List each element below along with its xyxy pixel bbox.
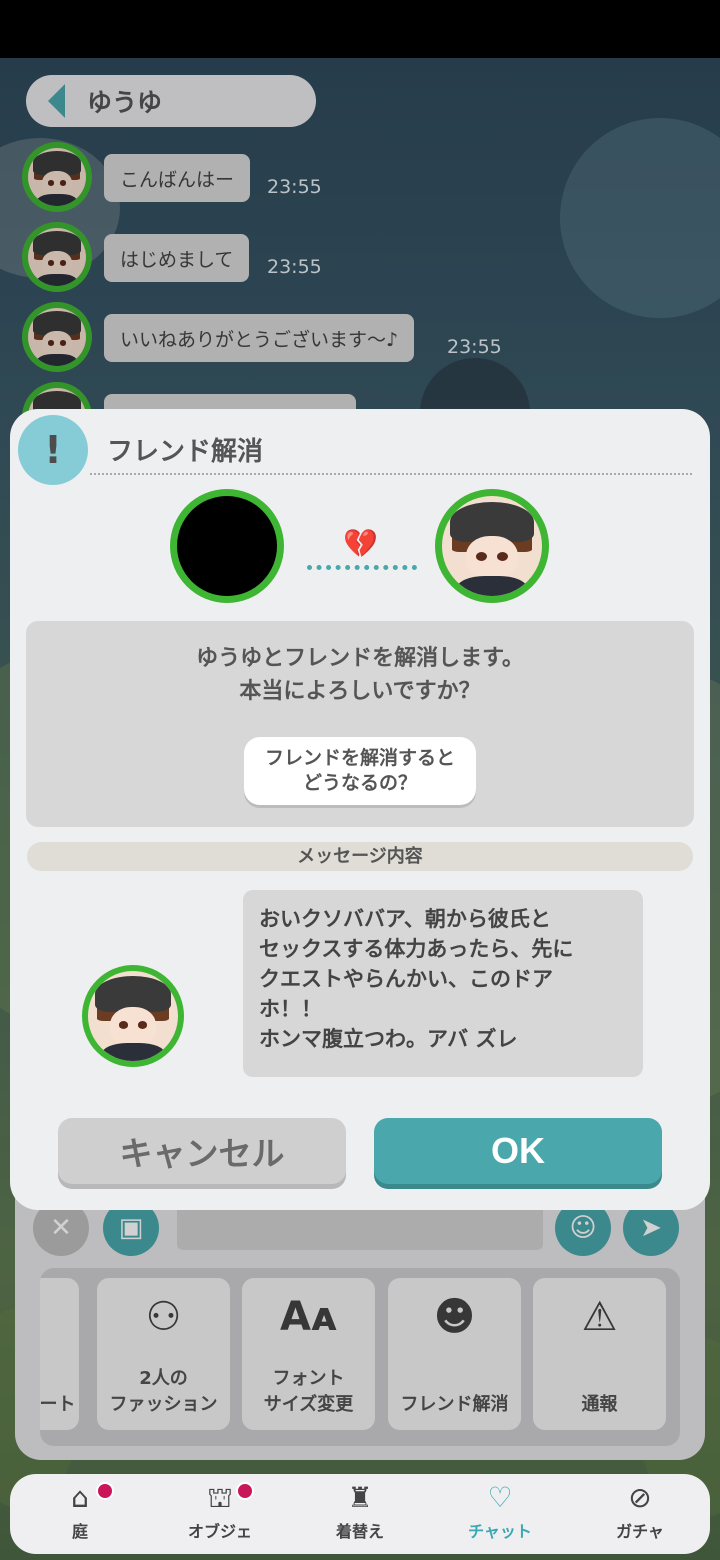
confirm-text: 本当によろしいですか？: [239, 679, 481, 704]
nav-item-garden[interactable]: ⌂ 庭: [10, 1474, 150, 1554]
help-button-label: フレンドを解消すると: [264, 747, 455, 769]
house-icon: ⌂: [71, 1481, 89, 1514]
nav-item-gacha[interactable]: ⊘ ガチャ: [570, 1474, 710, 1554]
clothes-icon: ♜: [347, 1481, 373, 1514]
connector-dots: [307, 565, 417, 570]
chat-heart-icon: ♡: [487, 1481, 513, 1514]
nav-label: 着替え: [335, 1522, 384, 1541]
nav-item-chat[interactable]: ♡ チャット: [430, 1474, 570, 1554]
broken-heart-icon: 💔: [343, 527, 378, 560]
unfriend-help-button[interactable]: フレンドを解消すると どうなるの？: [244, 737, 476, 805]
notification-badge: [236, 1482, 254, 1500]
nav-label: ガチャ: [616, 1522, 664, 1541]
my-avatar: [170, 489, 284, 603]
nav-item-dressup[interactable]: ♜ 着替え: [290, 1474, 430, 1554]
ok-button[interactable]: OK: [374, 1118, 662, 1184]
nav-label: チャット: [468, 1522, 532, 1541]
nav-label: 庭: [71, 1522, 88, 1541]
exclamation-icon: !: [18, 415, 88, 485]
help-button-label: どうなるの？: [302, 772, 417, 794]
dialog-title: フレンド解消: [107, 437, 264, 467]
bottom-nav: ⌂ 庭 ⛫ オブジェ ♜ 着替え ♡ チャット ⊘ ガチャ: [10, 1474, 710, 1554]
unfriend-dialog: ! フレンド解消 💔 ゆうゆとフレンドを解消します。 本当によろしいですか？ フ…: [10, 409, 710, 1210]
message-line: ホンマ腹立つわ。アバ ズレ: [259, 1027, 518, 1051]
sender-avatar: [82, 965, 184, 1067]
message-content-header: メッセージ内容: [27, 842, 693, 871]
message-line: クエストやらんかい、このドア: [259, 967, 553, 991]
friend-avatar: [435, 489, 549, 603]
notification-badge: [96, 1482, 114, 1500]
message-content-box[interactable]: おいクソババア、朝から彼氏と セックスする体力あったら、先に クエストやらんかい…: [243, 890, 643, 1077]
gacha-icon: ⊘: [628, 1481, 652, 1514]
object-icon: ⛫: [207, 1481, 233, 1514]
message-line: ホ！！: [259, 997, 322, 1021]
title-divider: [90, 473, 692, 475]
message-line: セックスする体力あったら、先に: [259, 937, 574, 961]
confirm-text: ゆうゆとフレンドを解消します。: [196, 646, 524, 671]
nav-label: オブジェ: [187, 1522, 252, 1541]
confirm-message-box: ゆうゆとフレンドを解消します。 本当によろしいですか？ フレンドを解消すると ど…: [26, 621, 694, 827]
status-bar: [0, 0, 720, 58]
message-line: おいクソババア、朝から彼氏と: [259, 907, 551, 931]
cancel-button[interactable]: キャンセル: [58, 1118, 346, 1184]
nav-item-object[interactable]: ⛫ オブジェ: [150, 1474, 290, 1554]
